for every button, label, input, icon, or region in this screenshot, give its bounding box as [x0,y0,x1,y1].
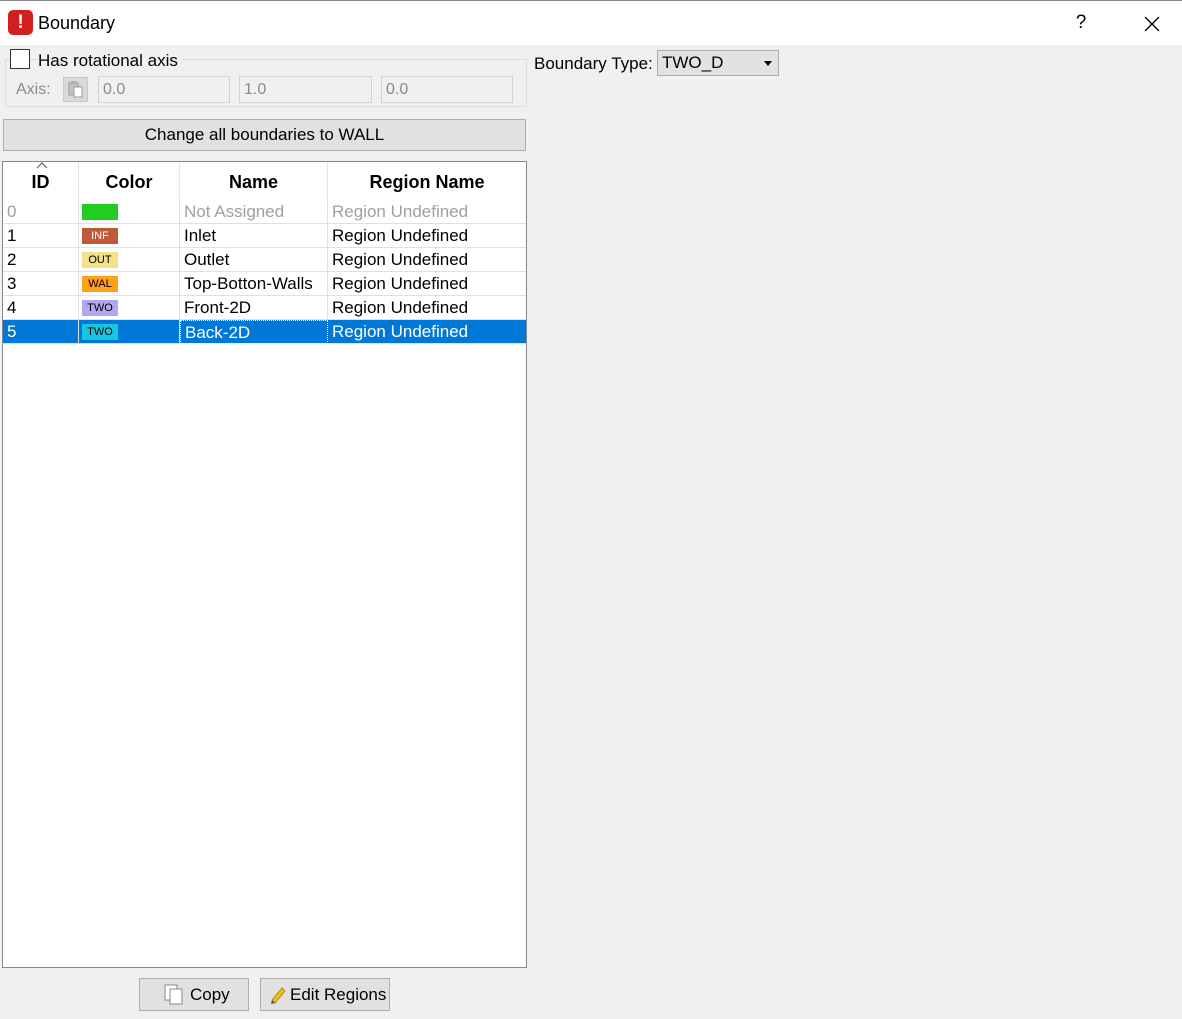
chevron-down-icon [764,61,772,66]
cell-name: Outlet [180,248,328,272]
boundary-type-select[interactable]: TWO_D [657,50,779,76]
cell-region-name: Region Undefined [332,226,469,245]
cell-color: OUT [79,248,180,272]
paste-axis-button[interactable] [63,77,88,102]
cell-name: Front-2D [180,296,328,320]
axis-y-field[interactable]: 1.0 [239,76,372,103]
column-header-region-name[interactable]: Region Name [328,162,526,200]
column-header-id[interactable]: ID [3,162,79,200]
cell-name: Not Assigned [180,200,328,224]
axis-x-field[interactable]: 0.0 [98,76,230,103]
cell-region-name: Region Undefined [332,202,469,221]
table-header: ID Color Name Region Name [3,162,526,200]
color-swatch: INF [82,228,118,244]
cell-id: 4 [3,296,79,320]
cell-id: 0 [3,200,79,224]
color-swatch [82,204,118,220]
pencil-icon [271,987,286,1004]
column-header-color[interactable]: Color [79,162,180,200]
cell-color: WAL [79,272,180,296]
boundary-table[interactable]: ID Color Name Region Name 0 Not Assigned… [2,161,527,968]
copy-button[interactable]: Copy [139,978,249,1011]
clipboard-icon [68,81,83,98]
edit-regions-button[interactable]: Edit Regions [260,978,390,1011]
color-swatch: TWO [82,324,118,340]
color-swatch: TWO [82,300,118,316]
table-row[interactable]: 3 WAL Top-Botton-Walls Region Undefined [3,272,526,296]
cell-region-name: Region Undefined [332,274,469,293]
change-all-to-wall-button[interactable]: Change all boundaries to WALL [3,119,526,151]
cell-color: INF [79,224,180,248]
color-swatch: WAL [82,276,118,292]
cell-color [79,200,180,224]
cell-name: Back-2D [180,320,328,344]
cell-region-name: Region Undefined [332,322,469,341]
boundary-type-label: Boundary Type: [534,54,653,73]
table-row-selected[interactable]: 5 TWO Back-2D Region Undefined [3,320,526,344]
warning-icon: ! [8,10,33,35]
boundary-type-value: TWO_D [662,53,724,72]
axis-label: Axis: [16,81,51,98]
cell-color: TWO [79,320,180,344]
title-bar: ! Boundary ? [0,0,1182,45]
cell-color: TWO [79,296,180,320]
column-header-name[interactable]: Name [180,162,328,200]
close-button[interactable] [1138,10,1166,38]
rotational-axis-label: Has rotational axis [38,51,182,71]
cell-id: 2 [3,248,79,272]
table-row[interactable]: 4 TWO Front-2D Region Undefined [3,296,526,320]
copy-label: Copy [190,985,230,1004]
table-row[interactable]: 1 INF Inlet Region Undefined [3,224,526,248]
cell-region-name: Region Undefined [332,298,469,317]
help-button[interactable]: ? [1068,10,1094,36]
table-row[interactable]: 2 OUT Outlet Region Undefined [3,248,526,272]
cell-id: 3 [3,272,79,296]
cell-name: Inlet [180,224,328,248]
color-swatch: OUT [82,252,118,268]
axis-z-field[interactable]: 0.0 [381,76,513,103]
edit-regions-label: Edit Regions [290,985,387,1004]
copy-icon [164,984,183,1005]
table-row[interactable]: 0 Not Assigned Region Undefined [3,200,526,224]
cell-name: Top-Botton-Walls [180,272,328,296]
close-icon [1144,16,1160,32]
cell-id: 5 [3,320,79,344]
cell-region-name: Region Undefined [332,250,469,269]
window-title: Boundary [38,13,116,33]
sort-ascending-icon [36,162,48,169]
rotational-axis-checkbox[interactable] [10,49,30,69]
cell-id: 1 [3,224,79,248]
